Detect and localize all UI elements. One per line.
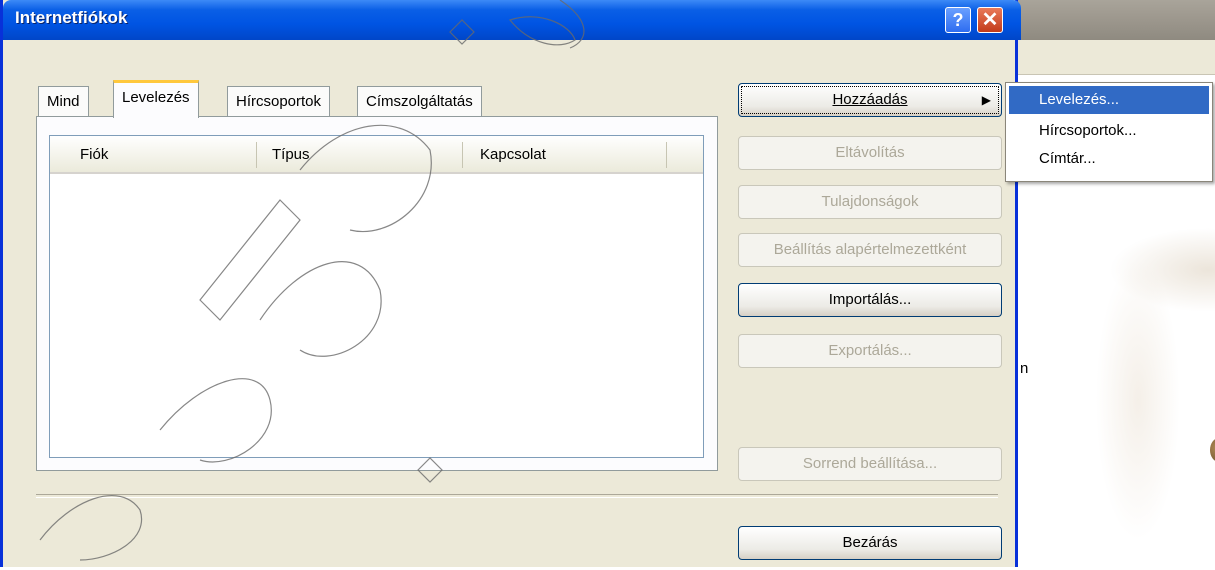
background-window-titlebar: [1018, 0, 1215, 40]
column-divider[interactable]: [256, 142, 257, 168]
close-button[interactable]: Bezárás: [738, 526, 1002, 560]
column-divider[interactable]: [666, 142, 667, 168]
list-header: Fiók Típus Kapcsolat: [50, 136, 703, 174]
remove-button[interactable]: Eltávolítás: [738, 136, 1002, 170]
menu-item-mail[interactable]: Levelezés...: [1009, 86, 1209, 114]
column-divider[interactable]: [462, 142, 463, 168]
menu-item-newsgroups[interactable]: Hírcsoportok...: [1009, 117, 1209, 145]
internet-accounts-dialog: Internetfiókok ? ✕ Mind Levelezés Hírcso…: [0, 0, 1021, 567]
background-window-text: n: [1020, 360, 1029, 377]
column-header-type[interactable]: Típus: [272, 146, 310, 163]
properties-button[interactable]: Tulajdonságok: [738, 185, 1002, 219]
import-button[interactable]: Importálás...: [738, 283, 1002, 317]
add-button-label: Hozzáadás: [832, 91, 908, 108]
close-icon: ✕: [981, 9, 999, 31]
background-window-toolbar: [1018, 40, 1215, 75]
help-icon: ?: [952, 10, 964, 30]
tab-panel-mail: Fiók Típus Kapcsolat: [36, 116, 718, 471]
close-window-button[interactable]: ✕: [977, 7, 1003, 33]
tab-directory-service[interactable]: Címszolgáltatás: [357, 86, 482, 116]
background-decoration: [1018, 150, 1215, 570]
accounts-list[interactable]: Fiók Típus Kapcsolat: [49, 135, 704, 458]
menu-item-directory[interactable]: Címtár...: [1009, 145, 1209, 173]
tab-all[interactable]: Mind: [38, 86, 89, 116]
help-button[interactable]: ?: [945, 7, 971, 33]
dialog-separator: [36, 494, 998, 498]
add-submenu: Levelezés... Hírcsoportok... Címtár...: [1005, 82, 1213, 182]
set-default-button[interactable]: Beállítás alapértelmezettként: [738, 233, 1002, 267]
add-button[interactable]: Hozzáadás ▶: [738, 83, 1002, 117]
tab-mail[interactable]: Levelezés: [113, 80, 199, 118]
submenu-arrow-icon: ▶: [981, 93, 991, 107]
export-button[interactable]: Exportálás...: [738, 334, 1002, 368]
tab-newsgroups[interactable]: Hírcsoportok: [227, 86, 331, 116]
column-header-account[interactable]: Fiók: [80, 146, 108, 163]
dialog-title: Internetfiókok: [15, 8, 128, 27]
dialog-titlebar[interactable]: Internetfiókok ? ✕: [3, 0, 1021, 40]
set-order-button[interactable]: Sorrend beállítása...: [738, 447, 1002, 481]
column-header-connection[interactable]: Kapcsolat: [480, 146, 546, 163]
